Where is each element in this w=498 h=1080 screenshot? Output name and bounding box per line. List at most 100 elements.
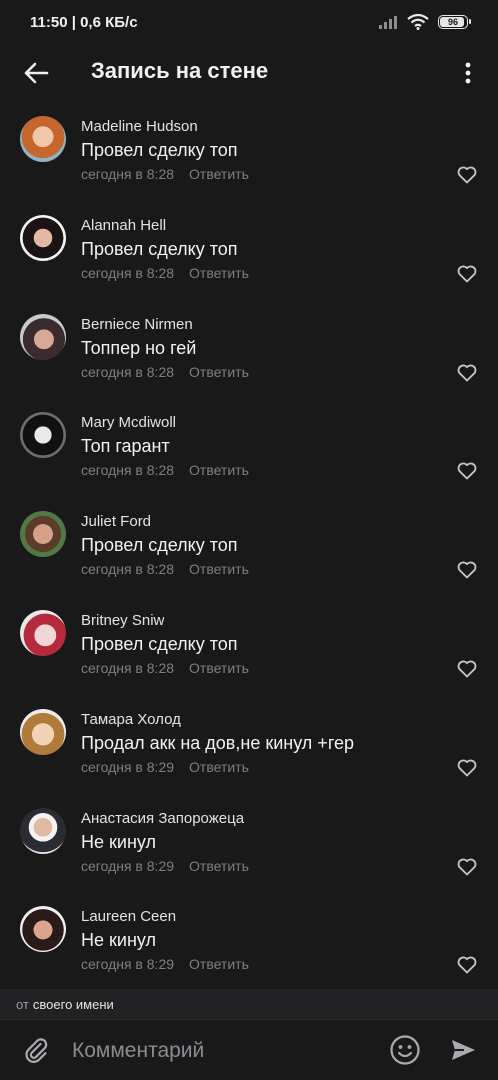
- comment-text: Топ гарант: [81, 436, 170, 457]
- avatar[interactable]: [20, 214, 66, 261]
- comment-item: Mary Mcdiwoll Топ гарант сегодня в 8:28 …: [0, 406, 498, 505]
- comment-time: сегодня в 8:28: [81, 659, 175, 676]
- heart-icon: [457, 462, 477, 480]
- comment-meta: сегодня в 8:28 Ответить: [81, 265, 249, 281]
- attach-button[interactable]: [22, 1036, 50, 1064]
- comment-item: Britney Sniw Провел сделку топ сегодня в…: [0, 604, 498, 703]
- heart-icon: [457, 858, 477, 875]
- comment-item: Анастасия Запорожеца Не кинул сегодня в …: [0, 802, 498, 901]
- comment-list: Madeline Hudson Провел сделку топ сегодн…: [0, 110, 498, 999]
- comment-meta: сегодня в 8:29 Ответить: [81, 858, 249, 874]
- avatar[interactable]: [20, 313, 66, 360]
- heart-icon: [457, 166, 477, 184]
- comment-author[interactable]: Berniece Nirmen: [81, 316, 193, 333]
- comment-meta: сегодня в 8:28 Ответить: [81, 561, 249, 577]
- heart-icon: [457, 561, 477, 579]
- comment-meta: сегодня в 8:29 Ответить: [81, 759, 249, 775]
- comment-as-name[interactable]: своего имени: [33, 997, 114, 1012]
- status-bar: 11:50 | 0,6 КБ/с 96: [0, 0, 498, 44]
- status-speed: 0,6 КБ/с: [80, 13, 138, 31]
- comment-item: Juliet Ford Провел сделку топ сегодня в …: [0, 505, 498, 604]
- comment-author[interactable]: Britney Sniw: [81, 612, 164, 629]
- top-app-bar: Запись на стене: [0, 44, 498, 102]
- comment-time: сегодня в 8:28: [81, 264, 175, 281]
- avatar[interactable]: [20, 807, 66, 854]
- wifi-icon: [407, 14, 429, 30]
- avatar[interactable]: [20, 708, 66, 755]
- like-button[interactable]: [456, 857, 478, 877]
- heart-icon: [457, 265, 477, 283]
- send-button[interactable]: [449, 1036, 477, 1064]
- comment-text: Провел сделку топ: [81, 238, 238, 259]
- like-button[interactable]: [456, 363, 478, 383]
- comment-meta: сегодня в 8:28 Ответить: [81, 166, 249, 182]
- back-button[interactable]: [18, 57, 54, 89]
- comment-text: Продал акк на дов,не кинул +гер: [81, 732, 355, 753]
- comment-time: сегодня в 8:29: [81, 857, 175, 874]
- battery-icon: 96: [438, 15, 471, 29]
- comment-time: сегодня в 8:28: [81, 561, 175, 578]
- comment-author[interactable]: Madeline Hudson: [81, 118, 198, 135]
- reply-button[interactable]: Ответить: [189, 265, 249, 281]
- more-menu-button[interactable]: [456, 57, 480, 89]
- avatar[interactable]: [20, 609, 66, 656]
- avatar[interactable]: [20, 906, 66, 953]
- like-button[interactable]: [456, 955, 478, 975]
- comment-text: Провел сделку топ: [81, 535, 238, 556]
- comment-item: Alannah Hell Провел сделку топ сегодня в…: [0, 209, 498, 308]
- avatar[interactable]: [20, 511, 66, 558]
- heart-icon: [457, 364, 477, 381]
- back-arrow-icon: [24, 62, 49, 84]
- comment-input[interactable]: [72, 1036, 372, 1066]
- comment-text: Провел сделку топ: [81, 633, 238, 654]
- heart-icon: [457, 956, 477, 974]
- comment-text: Топпер но гей: [81, 337, 197, 358]
- status-left: 11:50 | 0,6 КБ/с: [30, 14, 138, 31]
- comment-meta: сегодня в 8:28 Ответить: [81, 364, 249, 380]
- comment-author[interactable]: Тамара Холод: [81, 711, 181, 728]
- comment-time: сегодня в 8:28: [81, 166, 175, 182]
- comment-item: Berniece Nirmen Топпер но гей сегодня в …: [0, 308, 498, 407]
- heart-icon: [457, 759, 477, 777]
- status-right: 96: [378, 14, 471, 30]
- status-separator: |: [71, 13, 81, 31]
- reply-button[interactable]: Ответить: [189, 759, 249, 775]
- send-icon: [452, 1040, 475, 1060]
- comment-composer: [0, 1019, 498, 1080]
- more-vertical-icon: [465, 62, 471, 84]
- avatar[interactable]: [20, 412, 66, 459]
- reply-button[interactable]: Ответить: [189, 462, 249, 478]
- like-button[interactable]: [456, 659, 478, 679]
- reply-button[interactable]: Ответить: [189, 561, 249, 577]
- comment-text: Не кинул: [81, 930, 156, 951]
- reply-button[interactable]: Ответить: [189, 858, 249, 874]
- page-title: Запись на стене: [91, 58, 269, 83]
- like-button[interactable]: [456, 560, 478, 580]
- comment-author[interactable]: Laureen Ceen: [81, 908, 176, 925]
- like-button[interactable]: [456, 461, 478, 481]
- comment-author[interactable]: Анастасия Запорожеца: [81, 810, 244, 827]
- like-button[interactable]: [456, 165, 478, 185]
- comment-item: Тамара Холод Продал акк на дов,не кинул …: [0, 703, 498, 802]
- comment-item: Madeline Hudson Провел сделку топ сегодн…: [0, 110, 498, 209]
- comment-as-selector[interactable]: от своего имени: [0, 989, 498, 1019]
- like-button[interactable]: [456, 264, 478, 284]
- reply-button[interactable]: Ответить: [189, 364, 249, 380]
- reply-button[interactable]: Ответить: [189, 166, 249, 182]
- comment-meta: сегодня в 8:29 Ответить: [81, 956, 249, 972]
- avatar[interactable]: [20, 116, 66, 162]
- like-button[interactable]: [456, 758, 478, 778]
- emoji-button[interactable]: [389, 1034, 421, 1066]
- comment-time: сегодня в 8:29: [81, 956, 175, 973]
- comment-time: сегодня в 8:28: [81, 462, 175, 479]
- comment-author[interactable]: Alannah Hell: [81, 217, 166, 234]
- comment-meta: сегодня в 8:28 Ответить: [81, 462, 249, 478]
- emoji-icon: [390, 1035, 420, 1065]
- comment-text: Провел сделку топ: [81, 140, 238, 160]
- comment-item: Laureen Ceen Не кинул сегодня в 8:29 Отв…: [0, 900, 498, 999]
- reply-button[interactable]: Ответить: [189, 660, 249, 676]
- reply-button[interactable]: Ответить: [189, 956, 249, 972]
- comment-time: сегодня в 8:29: [81, 758, 175, 775]
- comment-author[interactable]: Mary Mcdiwoll: [81, 414, 176, 431]
- comment-author[interactable]: Juliet Ford: [81, 513, 151, 530]
